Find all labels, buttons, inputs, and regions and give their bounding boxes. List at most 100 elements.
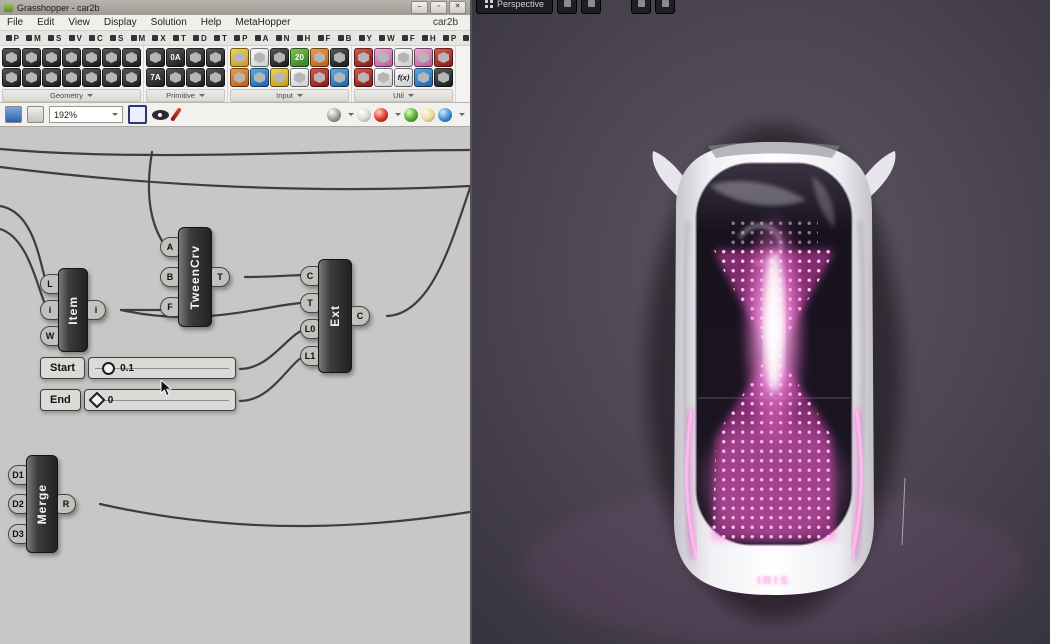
primitive-0a-icon[interactable]: 0A: [166, 48, 185, 67]
viewport-tool-button[interactable]: [581, 0, 601, 14]
node-extend-curve[interactable]: C T L0 L1 Ext C: [300, 259, 370, 373]
definition-canvas[interactable]: L i W Item i A B F TweenCrv T: [0, 128, 470, 644]
category-tab[interactable]: H: [293, 34, 314, 43]
preview-shaded-icon[interactable]: [357, 108, 371, 122]
wire[interactable]: [240, 331, 301, 369]
component-icon[interactable]: [82, 68, 101, 87]
display-green-icon[interactable]: [404, 108, 418, 122]
arrow-icon[interactable]: [394, 48, 413, 67]
node-list-item[interactable]: L i W Item i: [40, 268, 106, 352]
primitive-7a-icon[interactable]: 7A: [146, 68, 165, 87]
input-port[interactable]: L0: [300, 319, 320, 339]
node-capsule[interactable]: Ext: [318, 259, 352, 373]
maximize-button[interactable]: ▫: [430, 1, 447, 14]
input-port[interactable]: D1: [8, 465, 28, 485]
input-port[interactable]: L1: [300, 346, 320, 366]
component-icon[interactable]: [434, 68, 453, 87]
wire[interactable]: [100, 504, 470, 526]
component-icon[interactable]: [2, 68, 21, 87]
component-icon[interactable]: [290, 68, 309, 87]
category-tab[interactable]: D: [189, 34, 210, 43]
preview-wire-icon[interactable]: [327, 108, 341, 122]
node-capsule[interactable]: Item: [58, 268, 88, 352]
category-tab[interactable]: S: [44, 34, 65, 43]
component-icon[interactable]: [62, 68, 81, 87]
category-tab[interactable]: A: [251, 34, 272, 43]
component-icon[interactable]: [186, 68, 205, 87]
wire[interactable]: [245, 275, 301, 277]
component-icon[interactable]: [230, 68, 249, 87]
category-tab[interactable]: F: [314, 34, 334, 43]
component-icon[interactable]: [330, 68, 349, 87]
category-tab[interactable]: W: [375, 34, 398, 43]
slider-knob[interactable]: [102, 362, 115, 375]
slider-knob[interactable]: [88, 392, 105, 409]
component-icon[interactable]: [42, 48, 61, 67]
input-port[interactable]: i: [40, 300, 60, 320]
input-port[interactable]: W: [40, 326, 60, 346]
component-icon[interactable]: [374, 48, 393, 67]
component-icon[interactable]: [206, 68, 225, 87]
output-port[interactable]: R: [56, 494, 76, 514]
menu-view[interactable]: View: [61, 17, 97, 28]
component-icon[interactable]: [22, 68, 41, 87]
input-count-icon[interactable]: 20: [290, 48, 309, 67]
sketch-pen-icon[interactable]: [170, 107, 182, 122]
titlebar[interactable]: Grasshopper - car2b – ▫ ✕: [0, 0, 470, 15]
viewport-tool-button[interactable]: [655, 0, 675, 14]
wire[interactable]: [240, 358, 301, 401]
slider-end[interactable]: End 0: [40, 389, 236, 411]
input-port[interactable]: B: [160, 267, 180, 287]
component-icon[interactable]: [250, 68, 269, 87]
category-tab[interactable]: Y: [355, 34, 376, 43]
component-icon[interactable]: [354, 48, 373, 67]
category-tab[interactable]: T: [169, 34, 189, 43]
group-label-primitive[interactable]: Primitive: [146, 89, 225, 102]
group-label-util[interactable]: Util: [354, 89, 453, 102]
display-blue-icon[interactable]: [438, 108, 452, 122]
close-button[interactable]: ✕: [449, 1, 466, 14]
category-tab[interactable]: T: [210, 34, 230, 43]
output-port[interactable]: T: [210, 267, 230, 287]
component-icon[interactable]: [42, 68, 61, 87]
category-tab[interactable]: P: [2, 34, 23, 43]
node-capsule[interactable]: Merge: [26, 455, 58, 553]
group-label-geometry[interactable]: Geometry: [2, 89, 141, 102]
render-viewport[interactable]: IRIS IRIS Perspective: [472, 0, 1050, 644]
category-tab[interactable]: C: [85, 34, 106, 43]
component-icon[interactable]: [2, 48, 21, 67]
output-port[interactable]: i: [86, 300, 106, 320]
zoom-select[interactable]: 192%: [49, 106, 123, 123]
category-tab[interactable]: M: [23, 34, 45, 43]
category-tab[interactable]: P: [230, 34, 251, 43]
component-icon[interactable]: [270, 68, 289, 87]
input-port[interactable]: T: [300, 293, 320, 313]
menu-solution[interactable]: Solution: [144, 17, 194, 28]
category-tab[interactable]: M: [127, 34, 149, 43]
component-icon[interactable]: [186, 48, 205, 67]
wire[interactable]: [387, 188, 470, 316]
component-icon[interactable]: [414, 68, 433, 87]
component-icon[interactable]: [82, 48, 101, 67]
category-tab[interactable]: N: [272, 34, 293, 43]
preview-material-icon[interactable]: [374, 108, 388, 122]
component-icon[interactable]: [354, 68, 373, 87]
input-port[interactable]: C: [300, 266, 320, 286]
output-port[interactable]: C: [350, 306, 370, 326]
component-icon[interactable]: [146, 48, 165, 67]
viewport-tool-button[interactable]: [557, 0, 577, 14]
wire[interactable]: [0, 167, 470, 189]
category-tab[interactable]: V: [65, 34, 86, 43]
expression-fx-icon[interactable]: f(x): [394, 68, 413, 87]
input-port[interactable]: D3: [8, 524, 28, 544]
menu-file[interactable]: File: [0, 17, 30, 28]
zoom-extents-icon[interactable]: [128, 105, 147, 124]
component-icon[interactable]: [310, 68, 329, 87]
slider-start[interactable]: Start 0.1: [40, 357, 236, 379]
component-icon[interactable]: [434, 48, 453, 67]
menu-edit[interactable]: Edit: [30, 17, 61, 28]
category-tab[interactable]: F: [398, 34, 418, 43]
category-tab[interactable]: S: [106, 34, 127, 43]
minimize-button[interactable]: –: [411, 1, 428, 14]
component-icon[interactable]: [270, 48, 289, 67]
